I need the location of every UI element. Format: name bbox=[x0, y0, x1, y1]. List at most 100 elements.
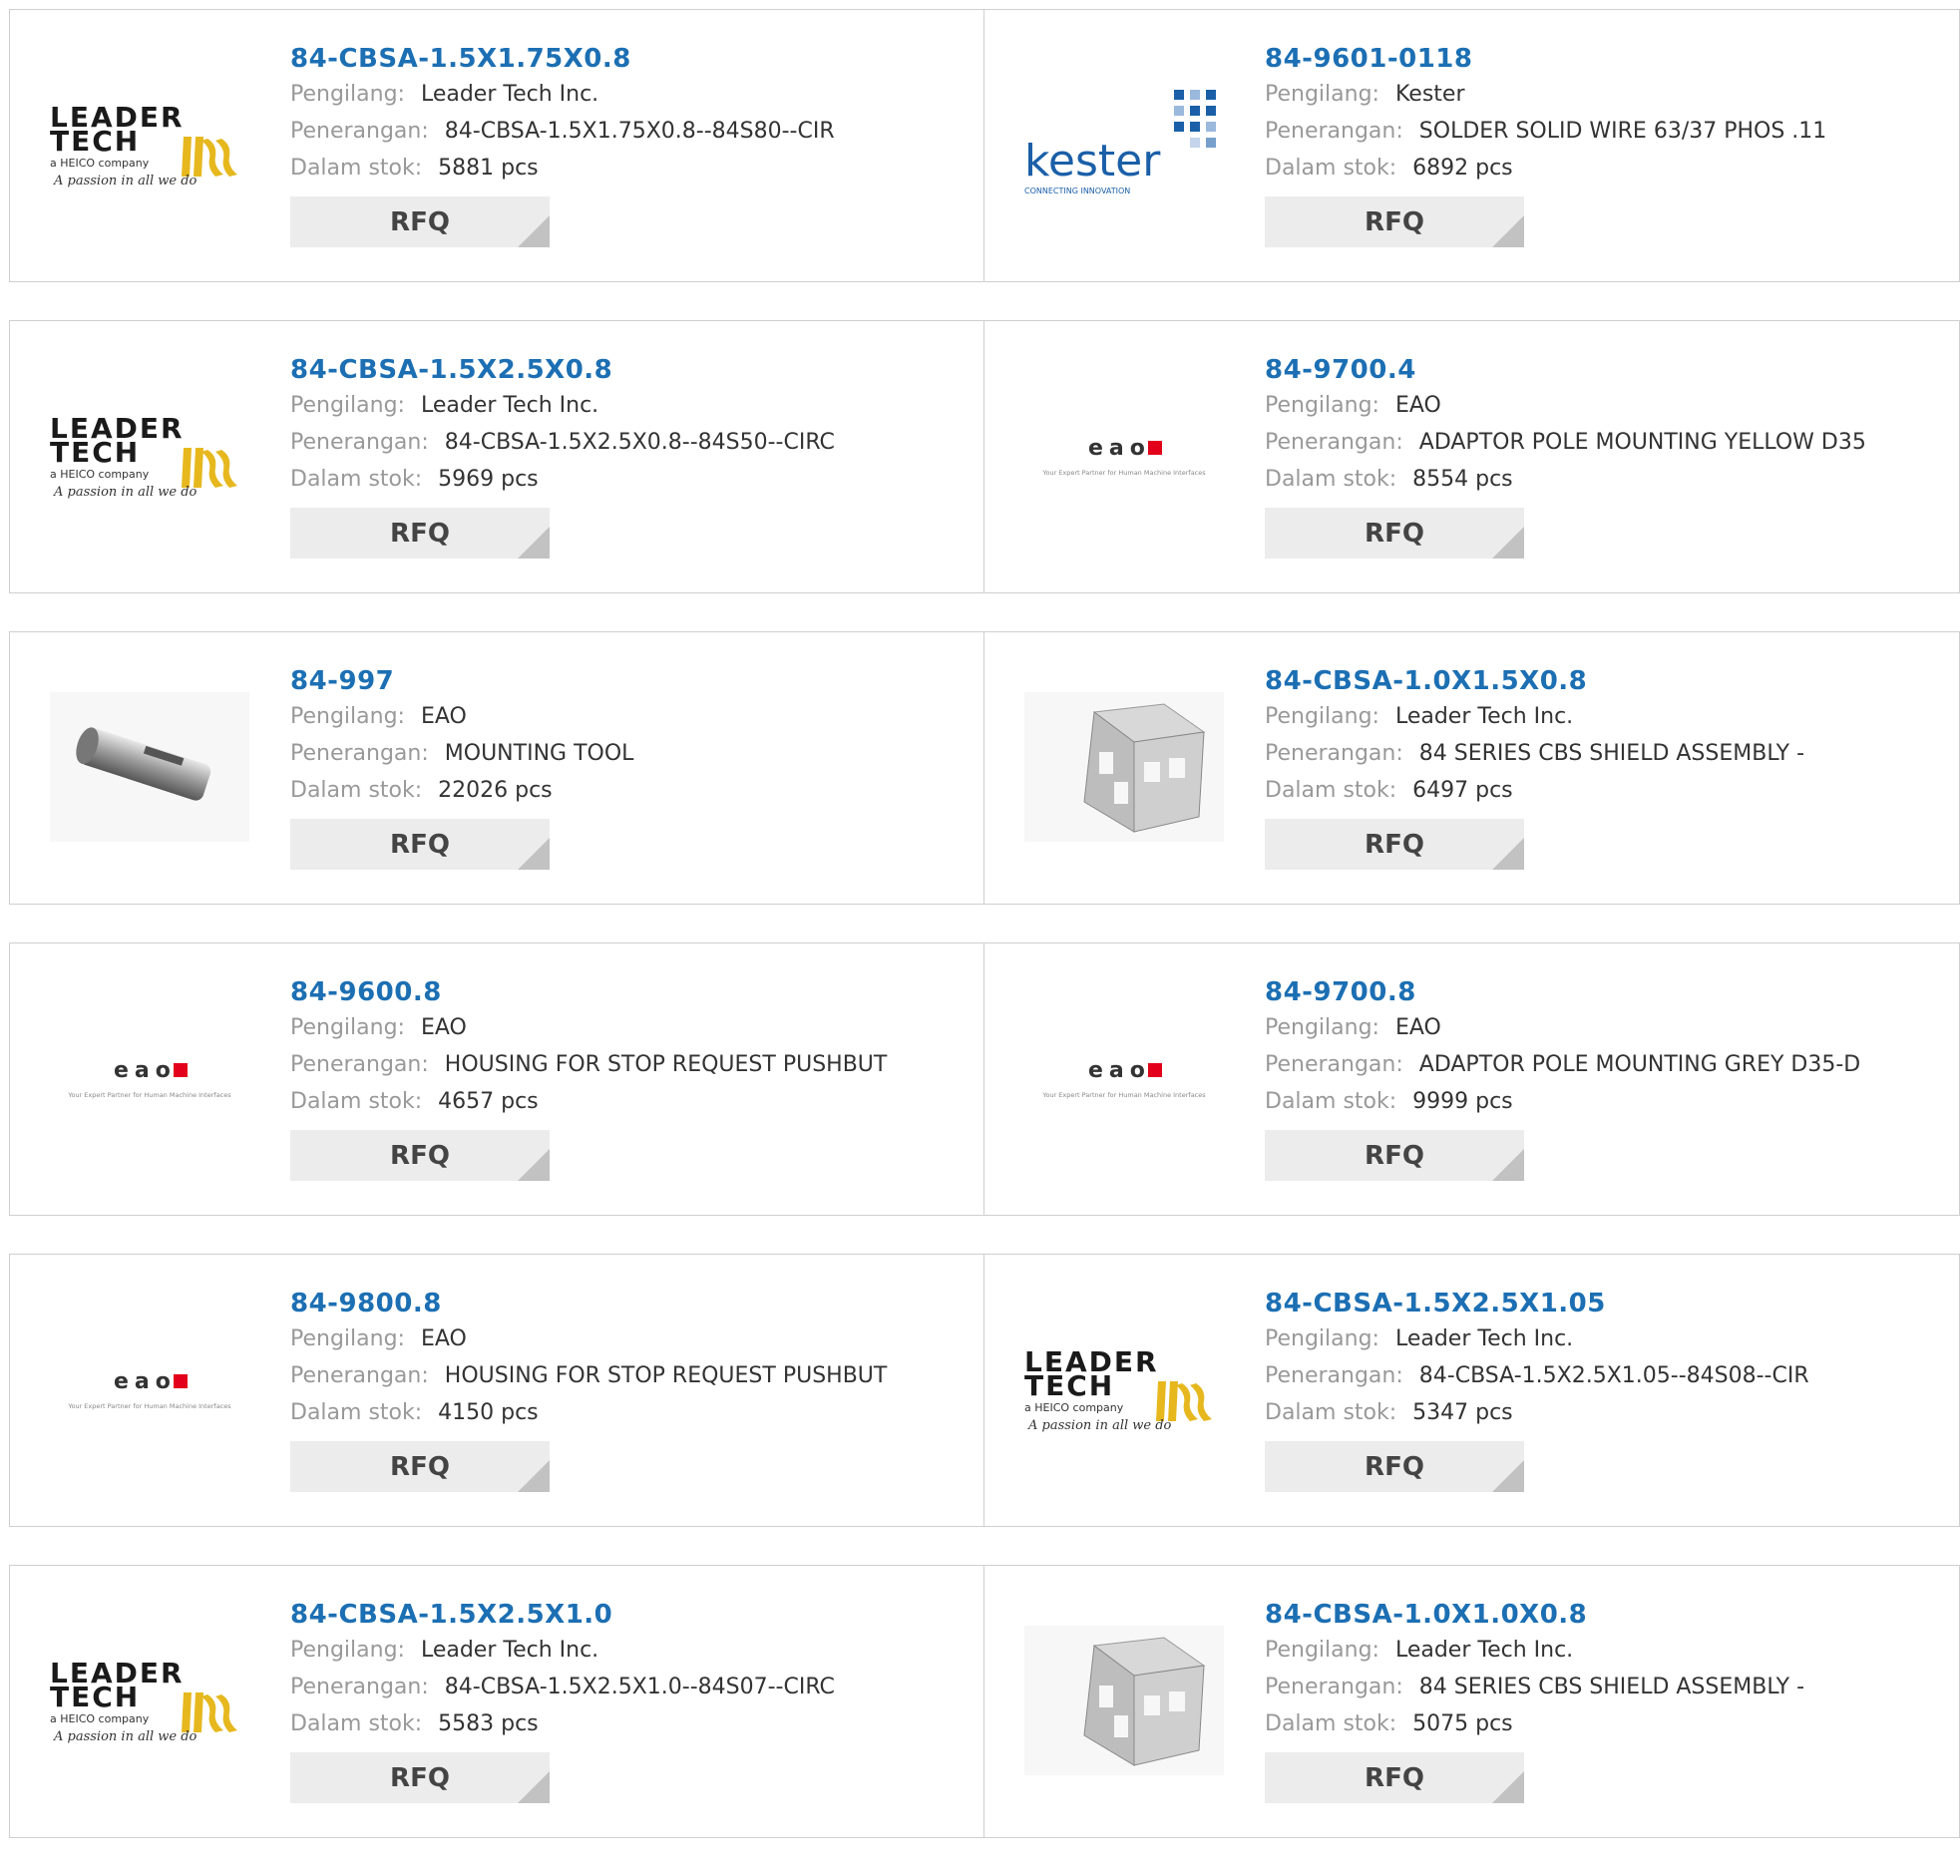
rfq-button[interactable]: RFQ bbox=[1265, 819, 1524, 870]
manufacturer-label: Pengilang: bbox=[1265, 1015, 1379, 1040]
description-label: Penerangan: bbox=[290, 741, 429, 766]
manufacturer-row: Pengilang: Leader Tech Inc. bbox=[290, 387, 835, 424]
product-row: LEADER TECH a HEICO company A passion in al… bbox=[9, 9, 1960, 282]
part-number-link[interactable]: 84-CBSA-1.5X2.5X0.8 bbox=[290, 353, 835, 387]
description-label: Penerangan: bbox=[1265, 119, 1403, 144]
svg-text:TECH: TECH bbox=[50, 125, 140, 158]
rfq-button[interactable]: RFQ bbox=[1265, 1752, 1524, 1803]
product-card: eao Your Expert Partner for Human Machine… bbox=[9, 1254, 984, 1527]
stock-label: Dalam stok: bbox=[1265, 467, 1397, 492]
manufacturer-value: EAO bbox=[420, 1015, 467, 1040]
product-card: 84-CBSA-1.0X1.5X0.8 Pengilang: Leader Tec… bbox=[984, 631, 1960, 905]
product-card: LEADER TECH a HEICO company A passion in al… bbox=[9, 320, 984, 593]
manufacturer-value: EAO bbox=[1394, 393, 1441, 418]
manufacturer-value: Leader Tech Inc. bbox=[420, 82, 599, 107]
description-label: Penerangan: bbox=[1265, 1363, 1403, 1388]
manufacturer-value: Leader Tech Inc. bbox=[1394, 1638, 1574, 1663]
manufacturer-row: Pengilang: Leader Tech Inc. bbox=[290, 1632, 835, 1669]
manufacturer-row: Pengilang: EAO bbox=[290, 698, 633, 735]
stock-value: 5583 pcs bbox=[438, 1711, 539, 1736]
manufacturer-label: Pengilang: bbox=[1265, 393, 1379, 418]
product-card: eao Your Expert Partner for Human Machine… bbox=[984, 942, 1960, 1216]
manufacturer-logo: LEADER TECH a HEICO company A passion in al… bbox=[50, 70, 249, 219]
description-value: 84-CBSA-1.5X1.75X0.8--84S80--CIR bbox=[444, 119, 835, 144]
manufacturer-label: Pengilang: bbox=[1265, 82, 1379, 107]
description-row: Penerangan: ADAPTOR POLE MOUNTING YELLOW … bbox=[1265, 424, 1866, 461]
manufacturer-label: Pengilang: bbox=[1265, 1638, 1379, 1663]
svg-text:eao: eao bbox=[114, 1058, 177, 1083]
stock-value: 8554 pcs bbox=[1412, 467, 1513, 492]
description-value: 84-CBSA-1.5X2.5X0.8--84S50--CIRC bbox=[444, 430, 835, 455]
part-number-link[interactable]: 84-997 bbox=[290, 664, 633, 698]
part-number-link[interactable]: 84-CBSA-1.5X1.75X0.8 bbox=[290, 42, 835, 76]
rfq-button[interactable]: RFQ bbox=[290, 819, 550, 870]
product-row: eao Your Expert Partner for Human Machine… bbox=[9, 942, 1960, 1216]
manufacturer-label: Pengilang: bbox=[1265, 704, 1379, 729]
rfq-button[interactable]: RFQ bbox=[290, 1441, 550, 1492]
manufacturer-logo bbox=[50, 692, 249, 842]
part-number-link[interactable]: 84-9700.4 bbox=[1265, 353, 1866, 387]
manufacturer-row: Pengilang: EAO bbox=[290, 1320, 887, 1357]
manufacturer-row: Pengilang: Leader Tech Inc. bbox=[290, 76, 835, 113]
rfq-button[interactable]: RFQ bbox=[1265, 1130, 1524, 1181]
product-info: 84-CBSA-1.0X1.5X0.8 Pengilang: Leader Tec… bbox=[1265, 664, 1804, 870]
rfq-button[interactable]: RFQ bbox=[1265, 508, 1524, 559]
part-number-link[interactable]: 84-CBSA-1.0X1.0X0.8 bbox=[1265, 1598, 1804, 1632]
manufacturer-value: Leader Tech Inc. bbox=[1394, 1326, 1574, 1351]
stock-label: Dalam stok: bbox=[1265, 1711, 1397, 1736]
part-number-link[interactable]: 84-CBSA-1.5X2.5X1.0 bbox=[290, 1598, 835, 1632]
description-row: Penerangan: 84-CBSA-1.5X2.5X0.8--84S50--C… bbox=[290, 424, 835, 461]
description-row: Penerangan: ADAPTOR POLE MOUNTING GREY D3… bbox=[1265, 1046, 1860, 1083]
svg-text:a HEICO company: a HEICO company bbox=[50, 468, 150, 481]
description-label: Penerangan: bbox=[290, 119, 429, 144]
svg-text:CONNECTING INNOVATION: CONNECTING INNOVATION bbox=[1024, 187, 1130, 195]
part-number-link[interactable]: 84-CBSA-1.0X1.5X0.8 bbox=[1265, 664, 1804, 698]
part-number-link[interactable]: 84-9600.8 bbox=[290, 975, 887, 1009]
product-grid: LEADER TECH a HEICO company A passion in al… bbox=[9, 9, 1960, 1876]
rfq-button[interactable]: RFQ bbox=[290, 508, 550, 559]
manufacturer-logo: eao Your Expert Partner for Human Machine… bbox=[1024, 381, 1224, 531]
product-info: 84-997 Pengilang: EAO Penerangan: MOUNTING… bbox=[290, 664, 633, 870]
rfq-button[interactable]: RFQ bbox=[1265, 1441, 1524, 1492]
product-card: 84-997 Pengilang: EAO Penerangan: MOUNTING… bbox=[9, 631, 984, 905]
stock-row: Dalam stok: 5969 pcs bbox=[290, 461, 835, 498]
stock-row: Dalam stok: 5583 pcs bbox=[290, 1705, 835, 1742]
stock-value: 22026 pcs bbox=[438, 778, 553, 803]
product-info: 84-CBSA-1.5X2.5X1.05 Pengilang: Leader Te… bbox=[1265, 1287, 1809, 1492]
product-card: LEADER TECH a HEICO company A passion in al… bbox=[9, 9, 984, 282]
svg-text:eao: eao bbox=[1088, 1058, 1151, 1083]
stock-label: Dalam stok: bbox=[290, 1400, 423, 1425]
stock-value: 6892 pcs bbox=[1412, 156, 1513, 181]
manufacturer-row: Pengilang: EAO bbox=[290, 1009, 887, 1046]
rfq-button[interactable]: RFQ bbox=[290, 1130, 550, 1181]
description-row: Penerangan: 84 SERIES CBS SHIELD ASSEMBLY… bbox=[1265, 1669, 1804, 1705]
description-row: Penerangan: 84-CBSA-1.5X2.5X1.0--84S07--C… bbox=[290, 1669, 835, 1705]
manufacturer-logo: LEADER TECH a HEICO company A passion in al… bbox=[1024, 1314, 1224, 1464]
part-number-link[interactable]: 84-9800.8 bbox=[290, 1287, 887, 1320]
description-label: Penerangan: bbox=[1265, 741, 1403, 766]
description-value: ADAPTOR POLE MOUNTING YELLOW D35 bbox=[1418, 430, 1866, 455]
rfq-button[interactable]: RFQ bbox=[290, 196, 550, 247]
shield-photo-icon bbox=[1024, 1626, 1224, 1775]
product-card: LEADER TECH a HEICO company A passion in al… bbox=[9, 1565, 984, 1838]
part-number-link[interactable]: 84-9700.8 bbox=[1265, 975, 1860, 1009]
manufacturer-value: Leader Tech Inc. bbox=[420, 1638, 599, 1663]
stock-row: Dalam stok: 6892 pcs bbox=[1265, 150, 1826, 187]
svg-text:a HEICO company: a HEICO company bbox=[1024, 1401, 1124, 1414]
part-number-link[interactable]: 84-9601-0118 bbox=[1265, 42, 1826, 76]
product-info: 84-CBSA-1.5X2.5X1.0 Pengilang: Leader Tec… bbox=[290, 1598, 835, 1803]
stock-label: Dalam stok: bbox=[290, 778, 423, 803]
part-number-link[interactable]: 84-CBSA-1.5X2.5X1.05 bbox=[1265, 1287, 1809, 1320]
description-row: Penerangan: HOUSING FOR STOP REQUEST PUSH… bbox=[290, 1357, 887, 1394]
svg-text:Your Expert Partner for Human: Your Expert Partner for Human Machine In… bbox=[67, 1402, 231, 1410]
manufacturer-row: Pengilang: EAO bbox=[1265, 1009, 1860, 1046]
manufacturer-label: Pengilang: bbox=[290, 1015, 405, 1040]
description-row: Penerangan: 84-CBSA-1.5X1.75X0.8--84S80--… bbox=[290, 113, 835, 150]
manufacturer-value: EAO bbox=[420, 704, 467, 729]
rfq-button[interactable]: RFQ bbox=[290, 1752, 550, 1803]
product-card: eao Your Expert Partner for Human Machine… bbox=[9, 942, 984, 1216]
manufacturer-label: Pengilang: bbox=[1265, 1326, 1379, 1351]
eao-logo-icon: eao Your Expert Partner for Human Machine… bbox=[1041, 1058, 1206, 1099]
description-row: Penerangan: 84-CBSA-1.5X2.5X1.05--84S08--… bbox=[1265, 1357, 1809, 1394]
rfq-button[interactable]: RFQ bbox=[1265, 196, 1524, 247]
